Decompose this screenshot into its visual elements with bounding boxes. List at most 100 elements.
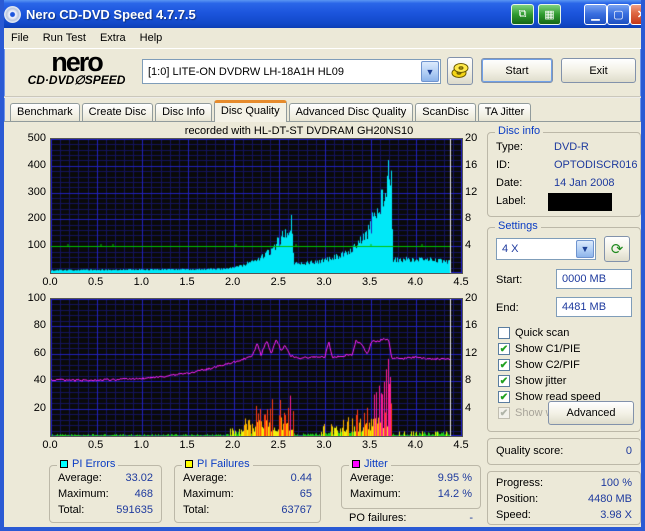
position-value: 4480 MB [587,493,632,505]
y-left-tick: 100 [27,292,46,304]
pi-errors-avg-value: 33.02 [125,472,153,484]
scan-speed-select[interactable]: 4 X ▼ [496,238,596,260]
x-tick: 3.0 [316,276,332,288]
x-tick: 3.5 [362,439,378,451]
menu-extra[interactable]: Extra [93,30,133,46]
start-button-label: Start [505,64,529,77]
window-title: Nero CD-DVD Speed 4.7.7.5 [26,6,196,22]
y-left-tick: 500 [27,132,46,144]
checkbox-icon[interactable]: ✔ [498,375,510,387]
scan-speed-value: 4 X [502,243,519,255]
x-tick: 4.0 [407,276,423,288]
pi-errors-avg-label: Average: [58,472,102,484]
x-tick: 0.0 [42,439,58,451]
checkbox-icon[interactable]: ✔ [498,359,510,371]
save-button[interactable]: ▦ [538,4,561,25]
checkbox-show-c1-pie[interactable]: ✔ Show C1/PIE [498,342,580,356]
tab-benchmark[interactable]: Benchmark [10,103,80,122]
close-icon: ✕ [637,8,641,21]
y-right-tick: 8 [465,212,472,225]
disc-type-value: DVD-R [554,141,589,153]
quality-score-group: Quality score: 0 [487,438,641,465]
disc-label-redacted [548,193,612,211]
pi-failures-avg-value: 0.44 [290,472,312,484]
close-button[interactable]: ✕ [630,4,641,25]
drive-select-value: [1:0] LITE-ON DVDRW LH-18A1H HL09 [148,65,345,78]
tab-disc-info[interactable]: Disc Info [155,103,212,122]
chevron-down-icon[interactable]: ▼ [576,240,594,258]
pi-errors-total-label: Total: [58,504,85,516]
refresh-icon: ⟳ [610,241,624,258]
maximize-button[interactable]: ▢ [607,4,630,25]
x-tick: 2.5 [270,439,286,451]
advanced-button[interactable]: Advanced [548,401,634,425]
pi-failures-legend-swatch [185,460,193,468]
checkbox-icon: ✔ [498,407,510,419]
pi-failures-total-label: Total: [183,504,210,516]
burn-speed-button[interactable] [447,57,473,85]
nero-logo: nero CD·DVD∅SPEED [14,49,139,87]
exit-button[interactable]: Exit [561,58,636,83]
y-left-tick: 20 [33,401,46,414]
tab-scandisc[interactable]: ScanDisc [415,103,476,122]
disc-date-value: 14 Jan 2008 [554,177,615,189]
jitter-caption: Jitter [364,458,388,470]
start-field[interactable]: 0000 MB [556,269,632,289]
checkbox-quick-scan[interactable]: Quick scan [498,326,569,340]
menu-help[interactable]: Help [133,30,170,46]
tab-disc-quality[interactable]: Disc Quality [213,100,287,122]
progress-value: 100 % [600,477,632,489]
checkbox-icon[interactable]: ✔ [498,343,510,355]
settings-caption: Settings [495,220,541,232]
start-button[interactable]: Start [481,58,553,83]
tab-ta-jitter[interactable]: TA Jitter [477,103,532,122]
quality-score-value: 0 [625,445,632,457]
speed-label: Speed: [496,509,531,521]
menu-run-test[interactable]: Run Test [36,30,93,46]
end-field[interactable]: 4481 MB [556,297,632,317]
y-right-tick: 20 [465,132,478,144]
y-right-tick: 12 [465,185,478,198]
app-window: Nero CD-DVD Speed 4.7.7.5 ⧉ ▦ ▁ ▢ ✕ File… [0,0,645,531]
disc-id-label: ID: [496,159,511,171]
pi-errors-stats-group: PI Errors Average: 33.02 Maximum: 468 Tota… [49,458,162,523]
copy-button[interactable]: ⧉ [511,4,534,25]
drive-select[interactable]: [1:0] LITE-ON DVDRW LH-18A1H HL09 ▼ [142,59,441,84]
menu-file[interactable]: File [4,30,36,46]
checkbox-label: Quick scan [515,327,570,339]
y-right-tick: 12 [465,346,478,359]
minimize-button[interactable]: ▁ [584,4,607,25]
jitter-max-value: 14.2 % [437,488,472,500]
title-bar[interactable]: Nero CD-DVD Speed 4.7.7.5 ⧉ ▦ ▁ ▢ ✕ [4,0,641,28]
y-left-tick: 300 [27,185,46,198]
disc-quality-page: recorded with HL-DT-ST DVDRAM GH20NS10 5… [4,121,641,527]
x-tick: 3.5 [362,276,378,288]
y-right-tick: 4 [465,239,472,252]
quality-score-label: Quality score: [496,445,564,457]
checkbox-label: Show C1/PIE [515,343,581,355]
tab-strip: Benchmark Create Disc Disc Info Disc Qua… [10,100,533,122]
checkbox-show-c2-pif[interactable]: ✔ Show C2/PIF [498,358,580,372]
pi-failures-max-label: Maximum: [183,488,234,500]
x-tick: 1.0 [133,439,149,451]
jitter-max-label: Maximum: [350,488,401,500]
chevron-down-icon[interactable]: ▼ [421,61,439,82]
pi-failures-jitter-chart [50,298,463,437]
refresh-button[interactable]: ⟳ [604,236,630,262]
checkbox-show-jitter[interactable]: ✔ Show jitter [498,374,566,388]
checkbox-icon[interactable] [498,327,510,339]
y-left-tick: 400 [27,158,46,171]
tab-create-disc[interactable]: Create Disc [81,103,154,122]
settings-group: Settings 4 X ▼ ⟳ Start: 0000 MB End: 448… [487,220,641,432]
recorded-with-label: recorded with HL-DT-ST DVDRAM GH20NS10 [184,125,414,137]
tab-advanced-disc-quality[interactable]: Advanced Disc Quality [288,103,414,122]
pi-errors-caption: PI Errors [72,458,116,470]
pi-errors-legend-swatch [60,460,68,468]
end-field-label: End: [496,302,519,314]
x-tick: 0.0 [42,276,58,288]
pi-failures-max-value: 65 [299,488,312,500]
disc-type-label: Type: [496,141,523,153]
jitter-stats-group: Jitter Average: 9.95 % Maximum: 14.2 % [341,458,481,509]
checkbox-icon[interactable]: ✔ [498,391,510,403]
y-right-tick: 20 [465,292,478,304]
